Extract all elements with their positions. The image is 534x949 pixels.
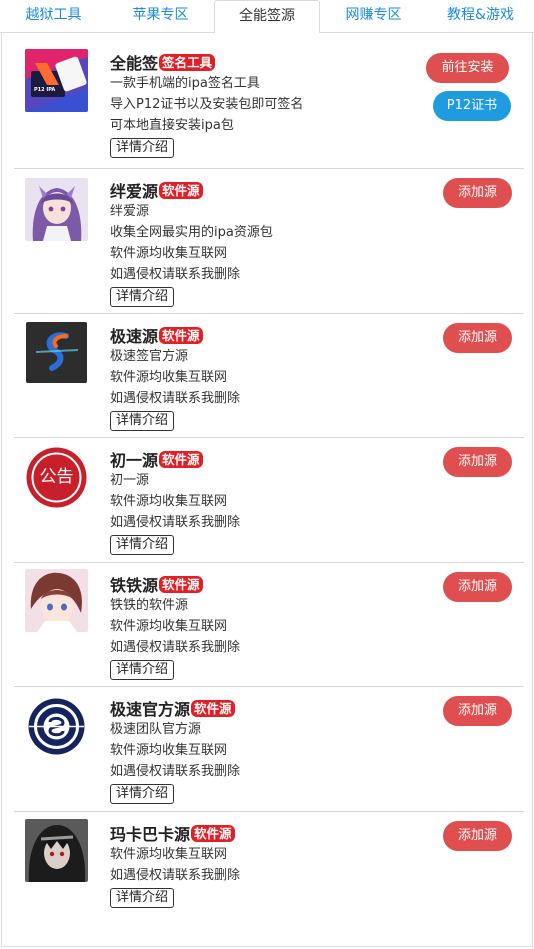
tab-all-sign-sources[interactable]: 全能签源	[214, 0, 320, 34]
item-tag: 软件源	[159, 181, 203, 199]
item-desc-line: 软件源均收集互联网	[110, 619, 228, 634]
item-desc-line: 极速签官方源	[110, 349, 189, 364]
item-info: 玛卡巴卡源 软件源 软件源均收集互联网 如遇侵权请联系我删除 详情介绍	[110, 822, 410, 908]
list-item-jisu-official: 极速官方源 软件源 极速团队官方源 软件源均收集互联网 如遇侵权请联系我删除 详情…	[14, 687, 524, 812]
item-title: 初一源	[110, 451, 159, 470]
add-source-button[interactable]: 添加源	[443, 821, 512, 851]
quanneng-app-icon: P12 IPA	[25, 49, 88, 112]
list-item-jisu: 极速源 软件源 极速签官方源 软件源均收集互联网 如遇侵权请联系我删除 详情介绍 …	[14, 314, 524, 438]
list-item-makabaka: 玛卡巴卡源 软件源 软件源均收集互联网 如遇侵权请联系我删除 详情介绍 添加源	[14, 812, 524, 922]
p12-certificate-button[interactable]: P12证书	[433, 91, 511, 121]
item-tag: 软件源	[191, 699, 235, 717]
detail-button[interactable]: 详情介绍	[110, 287, 175, 307]
list-item-banai: 绊爱源 软件源 绊爱源 收集全网最实用的ipa资源包 软件源均收集互联网 如遇侵权…	[14, 169, 524, 314]
add-source-button[interactable]: 添加源	[443, 447, 512, 477]
item-desc-line: 软件源均收集互联网	[110, 743, 228, 758]
item-desc-line: 如遇侵权请联系我删除	[110, 267, 241, 282]
tab-jailbreak-tools[interactable]: 越狱工具	[0, 0, 107, 32]
quanneng-icon-text: P12 IPA	[34, 87, 56, 93]
item-info: 极速官方源 软件源 极速团队官方源 软件源均收集互联网 如遇侵权请联系我删除 详情…	[110, 697, 410, 804]
detail-button[interactable]: 详情介绍	[110, 138, 175, 158]
go-install-button[interactable]: 前往安装	[426, 53, 509, 83]
item-desc-line: 软件源均收集互联网	[110, 246, 228, 261]
tab-apple-zone[interactable]: 苹果专区	[107, 0, 214, 32]
item-desc-line: 导入P12证书以及安装包即可签名	[110, 97, 304, 112]
item-info: 极速源 软件源 极速签官方源 软件源均收集互联网 如遇侵权请联系我删除 详情介绍	[110, 324, 410, 431]
item-desc-line: 铁铁的软件源	[110, 598, 189, 613]
detail-button[interactable]: 详情介绍	[110, 888, 175, 908]
item-desc-line: 软件源均收集互联网	[110, 847, 228, 862]
add-source-button[interactable]: 添加源	[443, 696, 512, 726]
tab-earn-money[interactable]: 网赚专区	[320, 0, 427, 32]
list-item-tietie: 铁铁源 软件源 铁铁的软件源 软件源均收集互联网 如遇侵权请联系我删除 详情介绍 …	[14, 563, 524, 687]
item-tag: 签名工具	[159, 53, 216, 71]
item-desc-line: 软件源均收集互联网	[110, 370, 228, 385]
item-tag: 软件源	[159, 450, 203, 468]
item-title: 铁铁源	[110, 576, 159, 595]
item-title: 玛卡巴卡源	[110, 825, 191, 844]
list-item-chuyi: 公告 初一源 软件源 初一源 软件源均收集互联网 如遇侵权请联系我删除 详情介绍 …	[14, 438, 524, 563]
item-desc-line: 收集全网最实用的ipa资源包	[110, 225, 273, 240]
item-info: 绊爱源 软件源 绊爱源 收集全网最实用的ipa资源包 软件源均收集互联网 如遇侵权…	[110, 179, 410, 307]
dark-anime-avatar	[25, 819, 88, 882]
detail-button[interactable]: 详情介绍	[110, 411, 175, 431]
item-title: 极速官方源	[110, 700, 191, 719]
item-desc-line: 如遇侵权请联系我删除	[110, 764, 241, 779]
anime-boy-avatar	[25, 569, 88, 632]
item-desc-line: 如遇侵权请联系我删除	[110, 391, 241, 406]
detail-button[interactable]: 详情介绍	[110, 784, 175, 804]
item-title: 全能签	[110, 54, 159, 73]
item-info: 铁铁源 软件源 铁铁的软件源 软件源均收集互联网 如遇侵权请联系我删除 详情介绍	[110, 573, 410, 680]
item-desc-line: 软件源均收集互联网	[110, 494, 228, 509]
anime-girl-purple-avatar	[25, 178, 88, 241]
detail-button[interactable]: 详情介绍	[110, 660, 175, 680]
item-title: 绊爱源	[110, 182, 159, 201]
item-desc-line: 可本地直接安装ipa包	[110, 118, 234, 133]
announcement-badge-icon: 公告	[25, 446, 88, 509]
source-list-panel: P12 IPA 全能签 签名工具 一款手机端的ipa签名工具 导入P12证书以及安…	[1, 33, 533, 947]
add-source-button[interactable]: 添加源	[443, 178, 512, 208]
item-tag: 软件源	[191, 824, 235, 842]
tab-bar: 越狱工具 苹果专区 全能签源 网赚专区 教程&游戏	[0, 0, 534, 34]
item-desc-line: 如遇侵权请联系我删除	[110, 640, 241, 655]
item-desc-line: 如遇侵权请联系我删除	[110, 515, 241, 530]
item-desc-line: 极速团队官方源	[110, 722, 202, 737]
round-emblem-logo-icon	[25, 695, 88, 758]
item-desc-line: 初一源	[110, 473, 150, 488]
item-info: 初一源 软件源 初一源 软件源均收集互联网 如遇侵权请联系我删除 详情介绍	[110, 448, 410, 555]
add-source-button[interactable]: 添加源	[443, 323, 512, 353]
item-tag: 软件源	[159, 575, 203, 593]
item-title: 极速源	[110, 327, 159, 346]
item-desc-line: 如遇侵权请联系我删除	[110, 868, 241, 883]
item-desc-line: 绊爱源	[110, 204, 150, 219]
announcement-text: 公告	[39, 467, 74, 487]
item-tag: 软件源	[159, 326, 203, 344]
add-source-button[interactable]: 添加源	[443, 572, 512, 602]
item-desc-line: 一款手机端的ipa签名工具	[110, 76, 260, 91]
detail-button[interactable]: 详情介绍	[110, 535, 175, 555]
s-logo-icon	[26, 322, 87, 383]
list-item-quanneng: P12 IPA 全能签 签名工具 一款手机端的ipa签名工具 导入P12证书以及安…	[14, 33, 524, 169]
tab-tutorials-games[interactable]: 教程&游戏	[427, 0, 534, 32]
item-info: 全能签 签名工具 一款手机端的ipa签名工具 导入P12证书以及安装包即可签名 可…	[110, 51, 410, 158]
